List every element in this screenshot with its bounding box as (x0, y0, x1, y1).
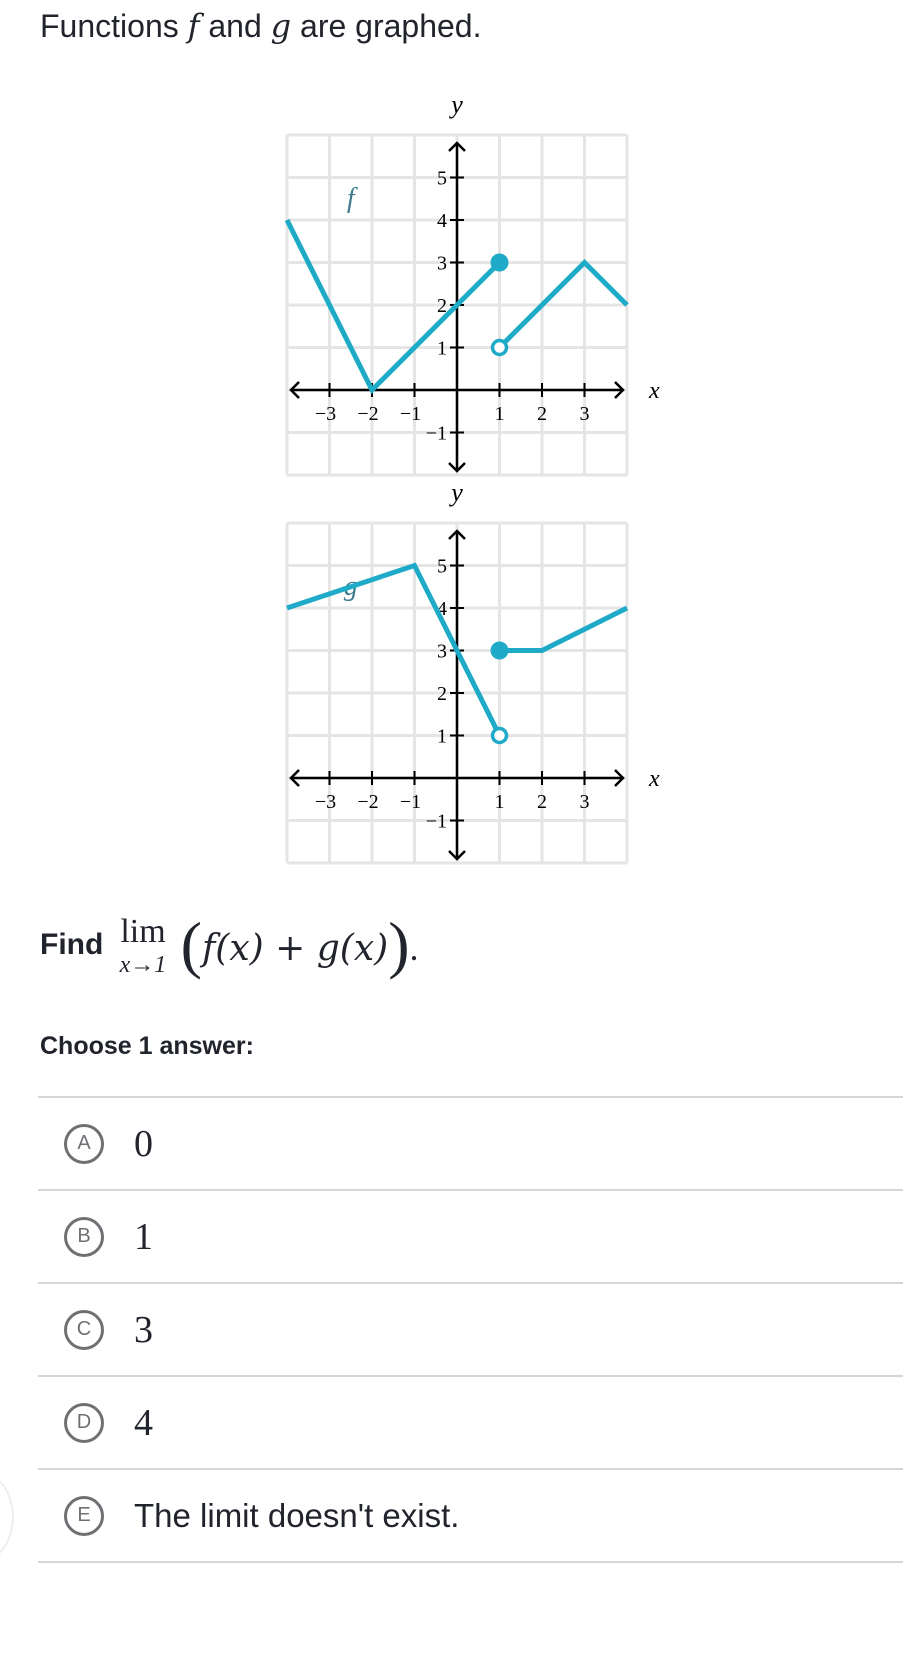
choice-letter-badge: C (64, 1309, 104, 1350)
y-tick-label: 5 (437, 556, 447, 578)
open-point (490, 726, 509, 745)
x-tick-label: 1 (495, 403, 505, 425)
choice-c[interactable]: C 3 (38, 1282, 903, 1375)
find-label: Find (40, 928, 104, 961)
axes: −3 −2 −1 1 2 3−112345xy (289, 478, 660, 861)
open-point (490, 338, 509, 357)
choice-e[interactable]: E The limit doesn't exist. (38, 1468, 903, 1563)
graph-g: −3 −2 −1 1 2 3 −1 1 2 3 4 5 x y g (250, 473, 670, 873)
function-segment (499, 605, 629, 653)
lim-text: lim (120, 913, 166, 950)
choice-text: 3 (134, 1308, 153, 1351)
y-tick-label: 5 (437, 168, 447, 190)
y-tick-label: −1 (426, 423, 447, 445)
y-tick-label: 3 (437, 253, 447, 275)
x-tick-label: −1 (400, 403, 421, 425)
x-tick-label: 3 (580, 791, 590, 813)
x-axis-label: x (648, 766, 660, 792)
y-tick-label: 2 (437, 683, 447, 705)
y-tick-label: 4 (437, 210, 447, 232)
x-tick-label: −3 (315, 403, 336, 425)
x-tick-label: −1 (400, 791, 421, 813)
choice-text: 0 (134, 1122, 153, 1165)
title-text: Functions (40, 8, 179, 44)
edge-decoration (0, 1470, 14, 1564)
x-tick-label: 2 (537, 403, 547, 425)
closed-point (490, 253, 509, 272)
y-tick-label: 1 (437, 726, 447, 748)
title-and: and (208, 8, 262, 44)
graph-g-svg: −3 −2 −1 1 2 3−112345xyg (285, 478, 660, 865)
choice-letter-badge: B (64, 1216, 104, 1257)
y-tick-label: 3 (437, 641, 447, 663)
choice-b[interactable]: B 1 (38, 1189, 903, 1282)
closed-point (490, 641, 509, 660)
choice-d[interactable]: D 4 (38, 1375, 903, 1468)
x-tick-label: −3 (315, 791, 336, 813)
question: Find lim x→1 (f(x) + g(x)). (40, 908, 419, 982)
answer-choices: A 0 B 1 C 3 D 4 E The limit doesn't exis… (38, 1096, 903, 1563)
graph-f-svg: −3 −2 −1 1 2 3−112345xyf (284, 90, 660, 477)
y-axis-label: y (448, 90, 463, 119)
x-axis-label: x (648, 378, 660, 404)
x-tick-label: 3 (580, 403, 590, 425)
choice-text: 4 (134, 1401, 153, 1444)
title-suffix: are graphed. (300, 8, 482, 44)
x-tick-label: −2 (357, 791, 378, 813)
title-f: f (187, 7, 200, 45)
choose-label: Choose 1 answer: (40, 1032, 254, 1060)
choice-a[interactable]: A 0 (38, 1096, 903, 1189)
choice-text: 1 (134, 1215, 153, 1258)
x-tick-label: 2 (537, 791, 547, 813)
function-label: f (347, 183, 358, 214)
limit-expression: (f(x) + g(x)). (181, 908, 419, 982)
expression-text: f(x) + g(x) (201, 928, 389, 969)
choice-letter-badge: A (64, 1123, 104, 1164)
graph-f: −3 −2 −1 1 2 3 −1 1 2 3 4 5 x y f (250, 85, 670, 485)
choice-letter-badge: E (64, 1495, 104, 1536)
problem-statement: Functions f and g are graphed. (40, 4, 481, 48)
y-tick-label: −1 (426, 811, 447, 833)
choice-letter-badge: D (64, 1402, 104, 1443)
limit-operator: lim x→1 (120, 912, 167, 978)
title-g: g (270, 7, 292, 45)
y-tick-label: 1 (437, 338, 447, 360)
y-axis-label: y (448, 478, 463, 507)
period: . (409, 928, 419, 968)
open-paren: ( (180, 909, 202, 980)
choice-text: The limit doesn't exist. (134, 1496, 460, 1534)
lim-subscript: x→1 (119, 952, 167, 978)
x-tick-label: −2 (357, 403, 378, 425)
x-tick-label: 1 (495, 791, 505, 813)
close-paren: ) (388, 909, 410, 980)
